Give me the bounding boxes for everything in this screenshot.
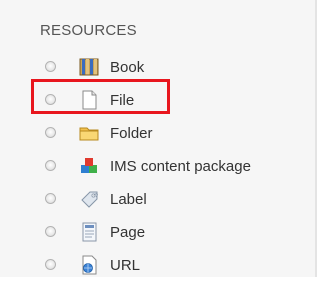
page-icon [78, 221, 100, 243]
resource-option-book[interactable]: Book [0, 52, 315, 84]
ims-package-icon [78, 155, 100, 177]
url-icon [78, 254, 100, 276]
label-icon [78, 188, 100, 210]
resource-label-label: Label [110, 191, 147, 208]
resource-label-ims-content-package: IMS content package [110, 158, 251, 175]
resource-radio-book[interactable] [45, 61, 56, 72]
resource-label-file: File [110, 92, 135, 109]
resource-radio-url[interactable] [45, 259, 56, 270]
resource-label-url: URL [110, 257, 141, 274]
file-icon [78, 89, 100, 111]
resource-option-folder[interactable]: Folder [0, 118, 315, 150]
folder-icon [78, 122, 100, 144]
resource-label-folder: Folder [110, 125, 153, 142]
resources-heading: RESOURCES [40, 22, 137, 39]
resource-option-file[interactable]: File [0, 85, 315, 117]
resource-option-url[interactable]: URL [0, 250, 315, 282]
resource-option-label[interactable]: Label [0, 184, 315, 216]
resource-option-page[interactable]: Page [0, 217, 315, 249]
resource-label-page: Page [110, 224, 146, 241]
resource-radio-file[interactable] [45, 94, 56, 105]
resource-label-book: Book [110, 59, 145, 76]
resources-panel: RESOURCES Book File Folder IMS content p… [0, 0, 315, 277]
resource-radio-label[interactable] [45, 193, 56, 204]
resource-radio-ims-content-package[interactable] [45, 160, 56, 171]
resource-option-ims-content-package[interactable]: IMS content package [0, 151, 315, 183]
panel-edge [315, 0, 317, 277]
book-icon [78, 56, 100, 78]
resource-radio-page[interactable] [45, 226, 56, 237]
resource-radio-folder[interactable] [45, 127, 56, 138]
